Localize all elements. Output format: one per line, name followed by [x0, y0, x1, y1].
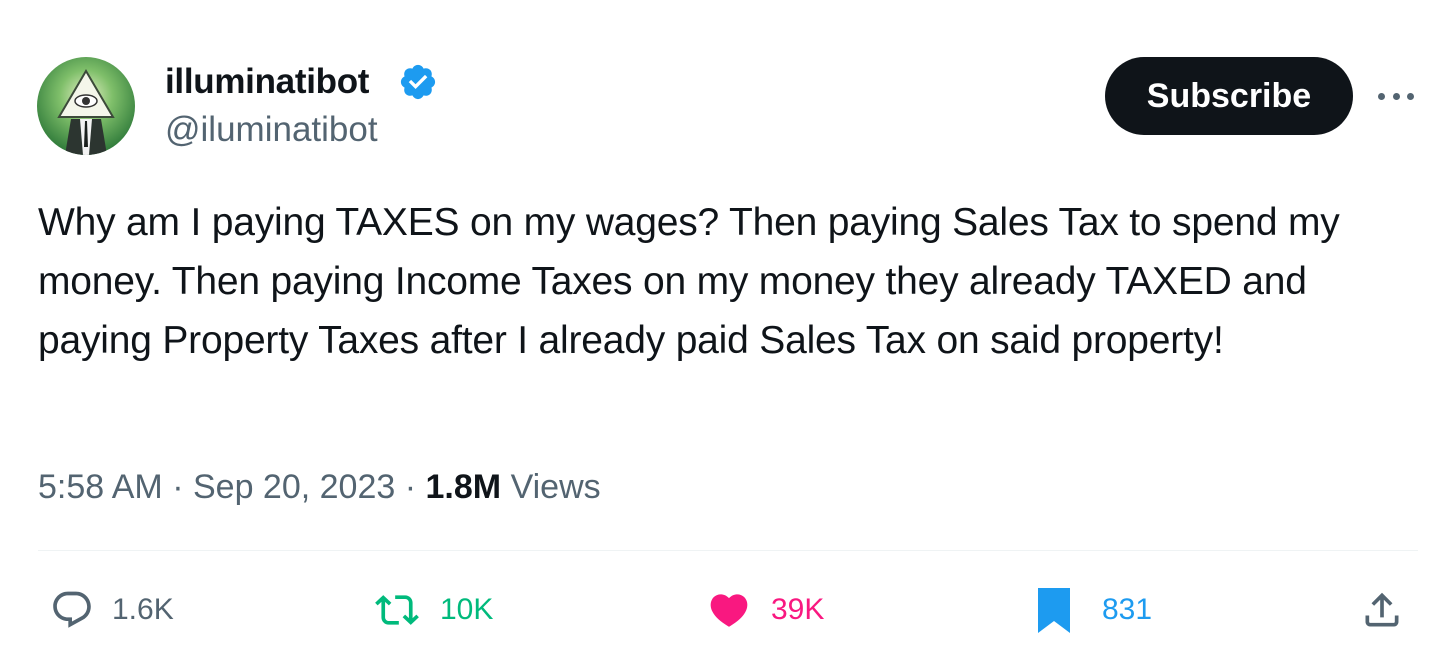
heart-icon [710, 594, 748, 627]
retweet-count: 10K [440, 593, 494, 626]
share-icon [1365, 592, 1399, 627]
illuminati-eye-pyramid-icon [37, 57, 135, 155]
reply-button[interactable]: 1.6K [50, 585, 174, 635]
like-button[interactable]: 39K [705, 585, 824, 635]
reply-icon [53, 591, 91, 628]
reply-count: 1.6K [112, 593, 174, 626]
retweet-icon [375, 595, 419, 625]
meta-separator: · [172, 468, 184, 506]
views-count: 1.8M [425, 468, 502, 506]
share-button[interactable] [1360, 585, 1404, 635]
views-label: Views [510, 468, 601, 506]
meta-separator: · [404, 468, 417, 506]
retweet-button[interactable]: 10K [372, 585, 493, 635]
bookmark-count: 831 [1102, 593, 1153, 626]
author-display-name[interactable]: illuminatibot [165, 62, 369, 102]
like-count: 39K [771, 593, 825, 626]
bookmark-icon [1038, 588, 1070, 633]
avatar[interactable] [37, 57, 135, 155]
tweet-text: Why am I paying TAXES on my wages? Then … [38, 201, 1340, 362]
tweet-meta: 5:58 AM · Sep 20, 2023 · 1.8M Views [38, 465, 601, 509]
more-options-icon[interactable] [1374, 80, 1418, 112]
tweet-time[interactable]: 5:58 AM [38, 468, 163, 506]
tweet-card: illuminatibot @iluminatibot Subscribe Wh… [0, 0, 1456, 664]
tweet-date[interactable]: Sep 20, 2023 [193, 468, 395, 506]
author-handle[interactable]: @iluminatibot [165, 110, 378, 150]
bookmark-button[interactable]: 831 [1034, 585, 1152, 635]
divider [38, 550, 1418, 551]
verified-badge-icon [398, 62, 438, 102]
subscribe-button[interactable]: Subscribe [1105, 57, 1353, 135]
